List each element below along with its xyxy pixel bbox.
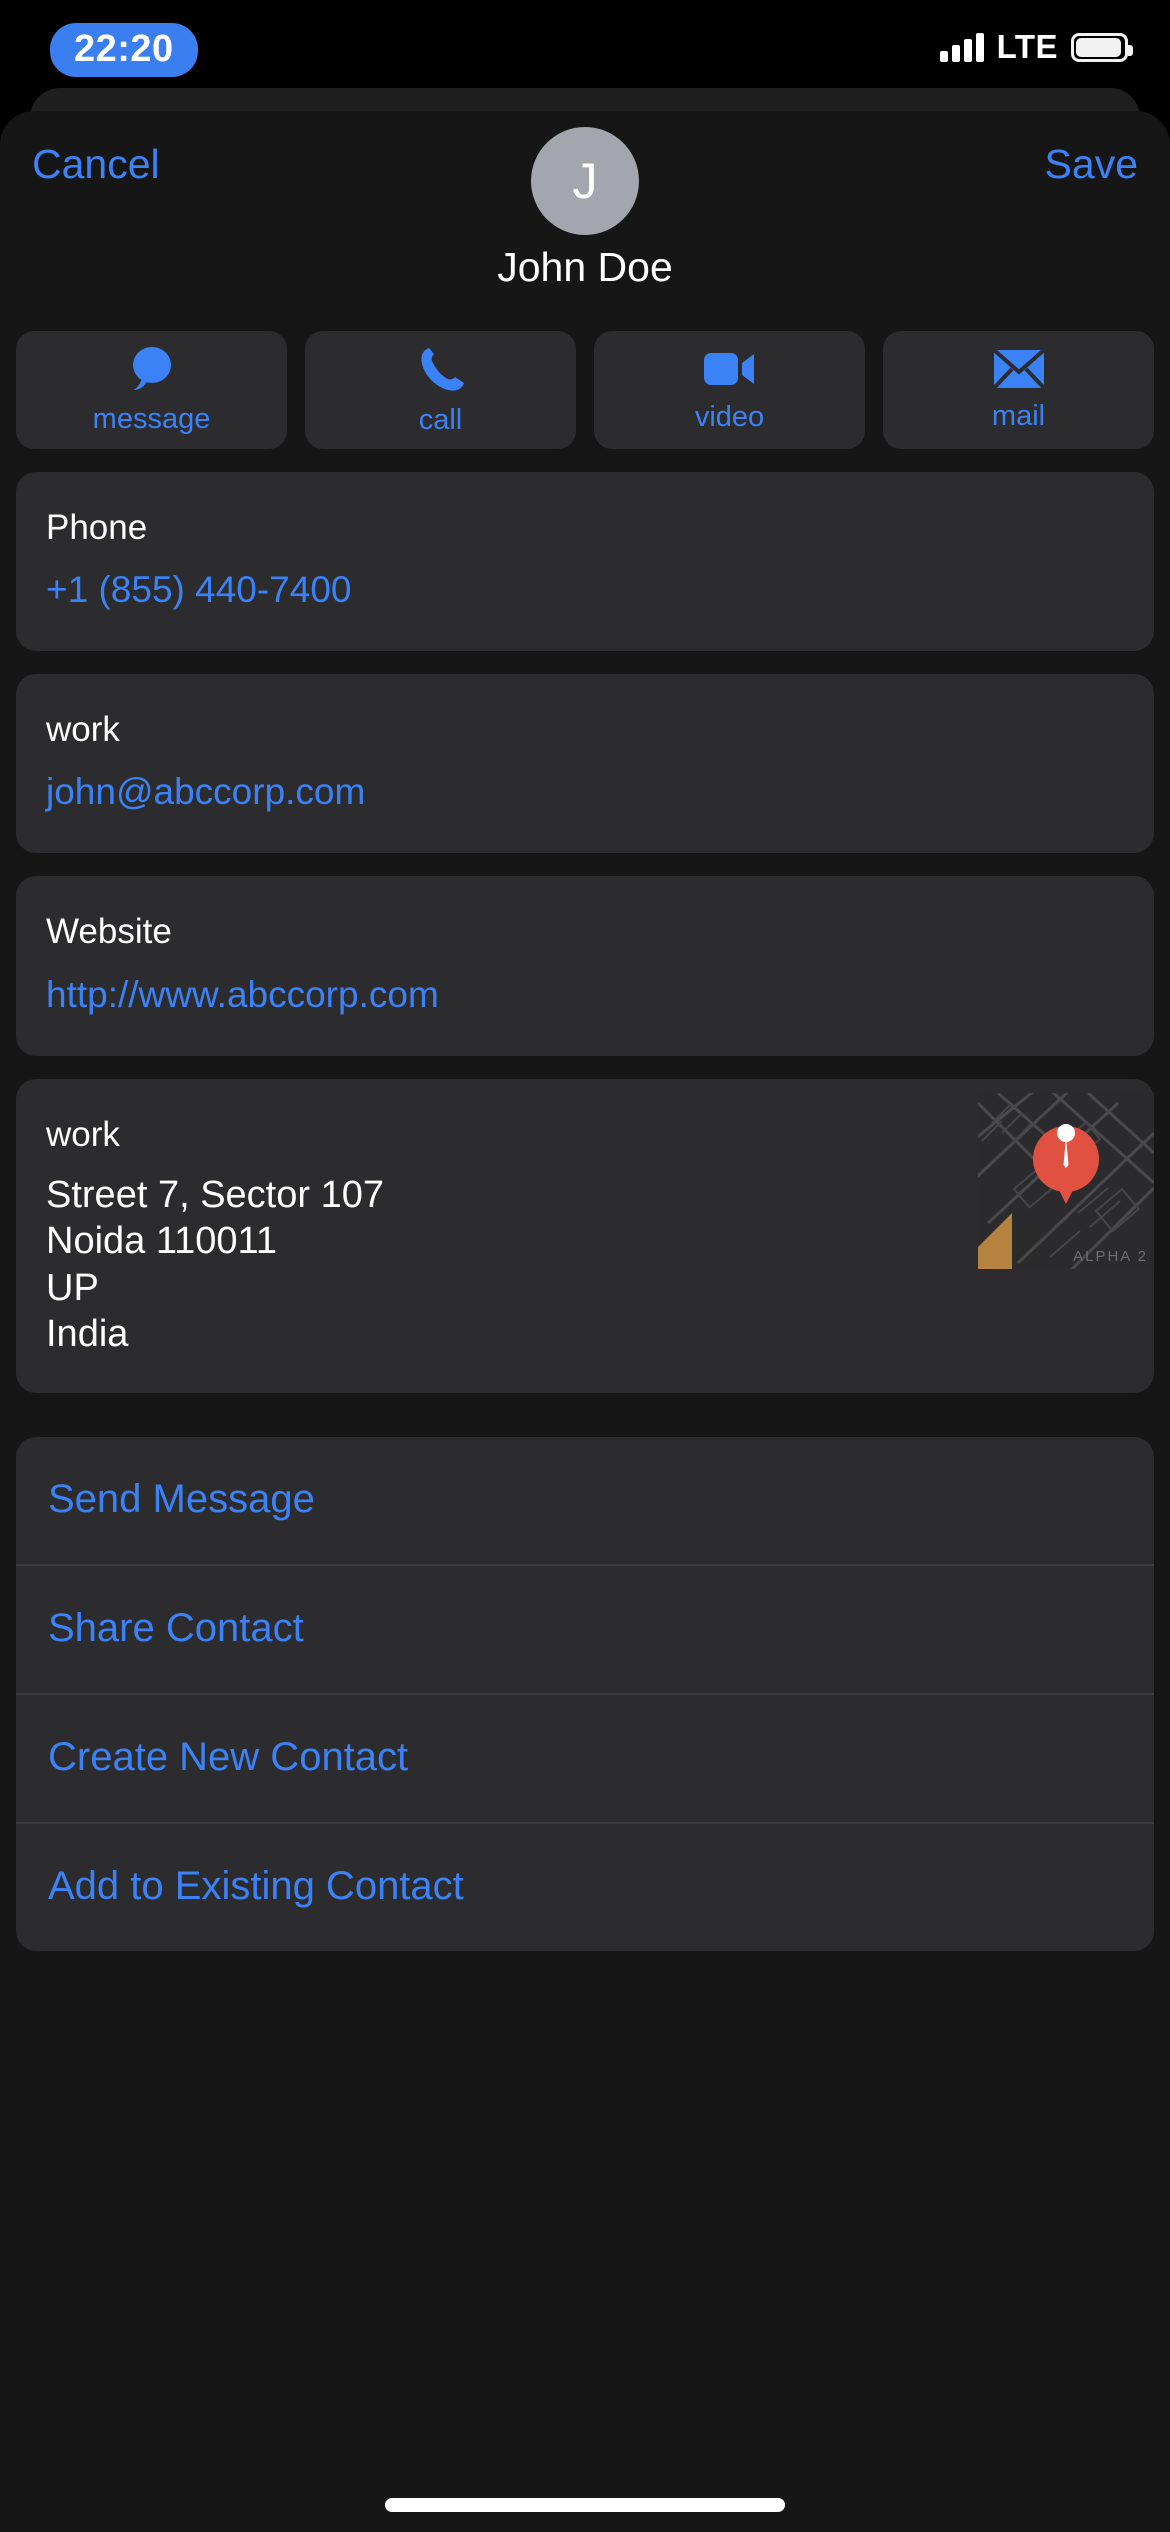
- address-line-1: Street 7, Sector 107: [46, 1173, 384, 1216]
- field-card-phone[interactable]: Phone +1 (855) 440-7400: [16, 472, 1154, 652]
- video-camera-icon: [702, 347, 758, 391]
- contact-sheet: Cancel Save J John Doe message call vide…: [0, 111, 1170, 2532]
- status-time-pill[interactable]: 22:20: [50, 23, 198, 77]
- phone-icon: [415, 344, 467, 394]
- save-button[interactable]: Save: [1045, 141, 1138, 188]
- quick-action-video-label: video: [694, 400, 765, 433]
- action-create-new-contact[interactable]: Create New Contact: [16, 1693, 1154, 1822]
- phone-screen: 22:20 LTE Cancel Save J John Doe message…: [0, 0, 1170, 2532]
- action-share-contact[interactable]: Share Contact: [16, 1564, 1154, 1693]
- sheet-nav-bar: Cancel Save J John Doe: [0, 111, 1170, 290]
- action-send-message[interactable]: Send Message: [16, 1437, 1154, 1564]
- home-indicator[interactable]: [385, 2498, 785, 2512]
- contact-action-list: Send Message Share Contact Create New Co…: [16, 1437, 1154, 1952]
- website-value[interactable]: http://www.abccorp.com: [46, 970, 1124, 1020]
- address-label: work: [46, 1114, 120, 1154]
- website-label: Website: [46, 912, 172, 952]
- field-card-address[interactable]: work Street 7, Sector 107 Noida 110011 U…: [16, 1078, 1154, 1394]
- field-card-email[interactable]: work john@abccorp.com: [16, 674, 1154, 854]
- quick-action-call-label: call: [418, 403, 463, 436]
- quick-action-message-label: message: [92, 402, 211, 435]
- cancel-button[interactable]: Cancel: [32, 141, 160, 188]
- status-bar: 22:20 LTE: [0, 0, 1170, 100]
- contact-name: John Doe: [497, 244, 673, 290]
- field-card-website[interactable]: Website http://www.abccorp.com: [16, 876, 1154, 1056]
- quick-action-call[interactable]: call: [305, 331, 576, 449]
- address-line-4: India: [46, 1312, 129, 1355]
- battery-icon: [1071, 32, 1133, 62]
- map-area-label: ALPHA 2: [1073, 1247, 1148, 1265]
- email-value[interactable]: john@abccorp.com: [46, 767, 1124, 817]
- avatar[interactable]: J: [531, 127, 639, 235]
- status-right-group: LTE: [939, 28, 1133, 66]
- address-line-2: Noida 110011: [46, 1220, 278, 1263]
- address-line-3: UP: [46, 1266, 99, 1309]
- email-label: work: [46, 710, 120, 750]
- envelope-icon: [992, 347, 1046, 390]
- message-bubble-icon: [126, 345, 178, 393]
- quick-action-message[interactable]: message: [16, 331, 287, 449]
- quick-action-mail[interactable]: mail: [883, 331, 1154, 449]
- quick-action-mail-label: mail: [991, 399, 1046, 432]
- action-add-to-existing-contact[interactable]: Add to Existing Contact: [16, 1822, 1154, 1951]
- phone-value[interactable]: +1 (855) 440-7400: [46, 565, 1124, 615]
- network-type-label: LTE: [996, 28, 1058, 65]
- quick-action-video[interactable]: video: [594, 331, 865, 449]
- map-thumbnail[interactable]: ALPHA 2: [978, 1092, 1154, 1269]
- signal-bars-icon: [939, 32, 984, 62]
- phone-label: Phone: [46, 508, 148, 547]
